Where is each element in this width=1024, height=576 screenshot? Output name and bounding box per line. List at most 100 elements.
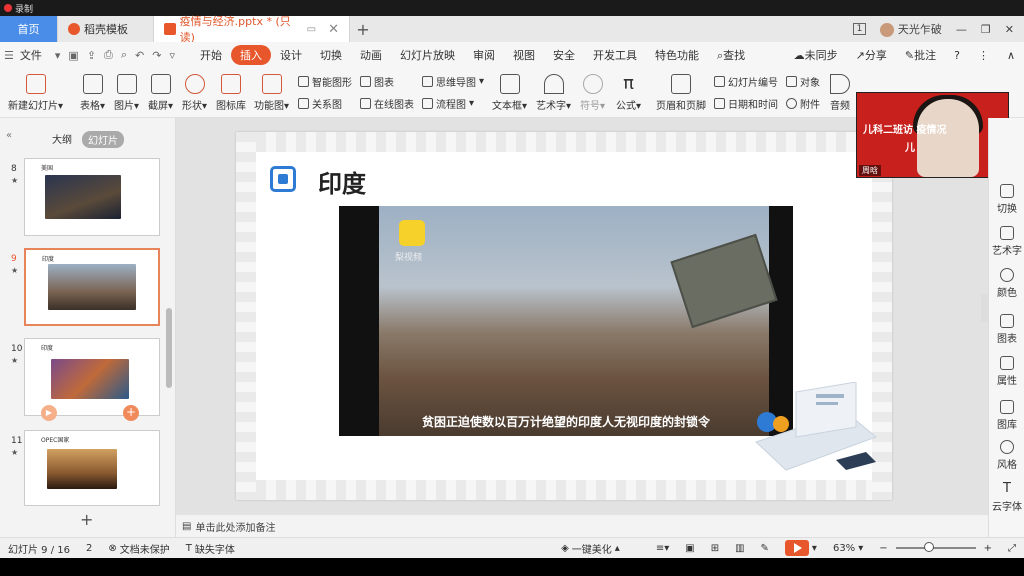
undo-icon[interactable]: ↶ [131,49,148,62]
mindmap-button[interactable]: 思维导图 ▾ [422,74,484,89]
object-button[interactable]: 对象 [786,74,820,89]
rail-transition[interactable]: 切换 [989,184,1024,215]
tab-close-icon[interactable]: ✕ [328,22,339,37]
collapse-pane-icon[interactable]: « [6,130,12,141]
slide-thumbnail-9[interactable]: 印度 [24,248,160,326]
rail-style[interactable]: 风格 [989,440,1024,471]
symbol-button[interactable]: 符号▾ [580,74,605,112]
slide-thumbnail-11[interactable]: OPEC国家 [24,430,160,506]
rail-gallery[interactable]: 图库 [989,400,1024,431]
collapse-ribbon-icon[interactable]: ∧ [998,49,1024,62]
add-slide-plus-icon[interactable]: + [123,405,139,421]
add-slide-icon[interactable]: + [80,510,93,529]
hamburger-icon[interactable]: ☰ [0,49,18,62]
slide-sorter-icon[interactable]: ⊞ [703,543,727,554]
zoom-level[interactable]: 63% ▾ [825,543,871,554]
datetime-button[interactable]: 日期和时间 [714,96,778,111]
tab-outline[interactable]: 大纲 [52,131,72,148]
minimize-icon[interactable]: — [956,23,967,36]
flowchart-button[interactable]: 流程图 ▾ [422,96,474,111]
audio-button[interactable]: 音频 [830,74,850,112]
menu-start[interactable]: 开始 [191,47,231,63]
zoom-out-icon[interactable]: − [871,543,895,554]
menu-developer[interactable]: 开发工具 [584,47,646,63]
menu-review[interactable]: 审阅 [464,47,504,63]
more-icon[interactable]: ⋮ [969,49,998,62]
print-icon[interactable]: ⎙ [100,48,117,62]
menu-comment[interactable]: ✎批注 [896,47,945,63]
slide-number-button[interactable]: 幻灯片编号 [714,74,778,89]
table-button[interactable]: 表格▾ [80,74,105,112]
menu-design[interactable]: 设计 [271,47,311,63]
redo-icon[interactable]: ↷ [148,49,165,62]
reading-view-icon[interactable]: ▥ [727,543,752,554]
rail-properties[interactable]: 属性 [989,356,1024,387]
attachment-button[interactable]: 附件 [786,96,820,111]
one-click-beautify[interactable]: ◈ 一键美化 ▴ [553,541,628,556]
relation-chart-button[interactable]: 关系图 [298,96,342,111]
slide-thumbnail-10[interactable]: 印度 ▶ + [24,338,160,421]
notes-area[interactable]: ▤ 单击此处添加备注 [176,515,988,537]
thumbnail-scrollbar[interactable] [166,308,172,388]
rail-chart[interactable]: 图表 [989,314,1024,345]
user-account[interactable]: 天光乍破 [880,21,942,37]
rail-wordart[interactable]: 艺术字 [989,226,1024,257]
preview-icon[interactable]: ⌕ [117,48,131,62]
page-badge[interactable]: 1 [852,23,867,35]
current-slide[interactable]: 印度 梨视频 贫困正迫使数以百万计绝望的印度人无视印度的封锁令 [236,132,892,500]
smart-graphic-button[interactable]: 智能图形 [298,74,352,89]
zoom-in-icon[interactable]: + [976,543,1000,554]
normal-view-icon[interactable]: ▣ [677,543,702,554]
tab-home[interactable]: 首页 [0,16,58,42]
close-window-icon[interactable]: ✕ [1005,23,1014,36]
textbox-button[interactable]: 文本框▾ [492,74,527,112]
menu-search[interactable]: ⌕查找 [708,47,754,63]
document-protection[interactable]: ⊗ 文档未保护 [100,541,177,556]
annotate-icon[interactable]: ✎ [753,543,777,554]
new-tab-plus-icon[interactable]: + [350,16,376,42]
play-animation-icon[interactable]: ▶ [41,405,57,421]
menu-animation[interactable]: 动画 [351,47,391,63]
export-icon[interactable]: ⇪ [83,49,100,62]
icon-library-button[interactable]: 图标库 [216,74,246,112]
new-slide-button[interactable]: 新建幻灯片▾ [8,74,63,112]
rail-color[interactable]: 颜色 [989,268,1024,299]
menu-features[interactable]: 特色功能 [646,47,708,63]
online-chart-button[interactable]: 在线图表 [360,96,414,111]
menu-share[interactable]: ↗分享 [847,47,896,63]
customize-icon[interactable]: ▿ [165,49,179,62]
menu-insert[interactable]: 插入 [230,45,271,65]
fit-window-icon[interactable]: ⤢ [1000,543,1024,554]
play-slideshow-button[interactable]: ▾ [777,540,825,556]
tab-template[interactable]: 稻壳模板 [58,16,154,42]
formula-button[interactable]: π 公式▾ [616,74,641,113]
menu-slideshow[interactable]: 幻灯片放映 [391,47,464,63]
tab-pin-icon[interactable]: ▭ [307,24,316,35]
tab-slides[interactable]: 幻灯片 [82,131,124,148]
rail-cloud-font[interactable]: T 云字体 [989,482,1024,514]
video-frame[interactable]: 梨视频 贫困正迫使数以百万计绝望的印度人无视印度的封锁令 [339,206,793,436]
chart-button[interactable]: 图表 [360,74,394,89]
slide-thumbnail-8[interactable]: 美国 [24,158,160,236]
zoom-slider-knob[interactable] [923,542,934,552]
chevron-down-icon[interactable]: ▾ [51,49,65,62]
tab-document[interactable]: 疫情与经济.pptx * (只读) ▭ ✕ [154,15,350,44]
rail-scroll-handle[interactable] [981,294,989,322]
help-icon[interactable]: ? [945,49,969,62]
screenshot-button[interactable]: 截屏▾ [148,74,173,112]
shape-button[interactable]: 形状▾ [182,74,207,112]
slide-title[interactable]: 印度 [318,164,366,199]
menu-file[interactable]: 文件 [18,47,51,63]
wordart-button[interactable]: 艺术字▾ [536,74,571,112]
restore-icon[interactable]: ❐ [981,23,991,36]
function-chart-button[interactable]: 功能图▾ [254,74,289,112]
picture-button[interactable]: 图片▾ [114,74,139,112]
menu-security[interactable]: 安全 [544,47,584,63]
zoom-slider[interactable] [895,542,976,552]
save-icon[interactable]: ▣ [64,49,82,62]
menu-transition[interactable]: 切换 [311,47,351,63]
menu-unsynced[interactable]: ☁未同步 [785,47,847,63]
header-footer-button[interactable]: 页眉和页脚 [656,74,706,112]
missing-font[interactable]: T 缺失字体 [178,541,243,556]
notes-toggle-icon[interactable]: ≡▾ [648,543,677,554]
